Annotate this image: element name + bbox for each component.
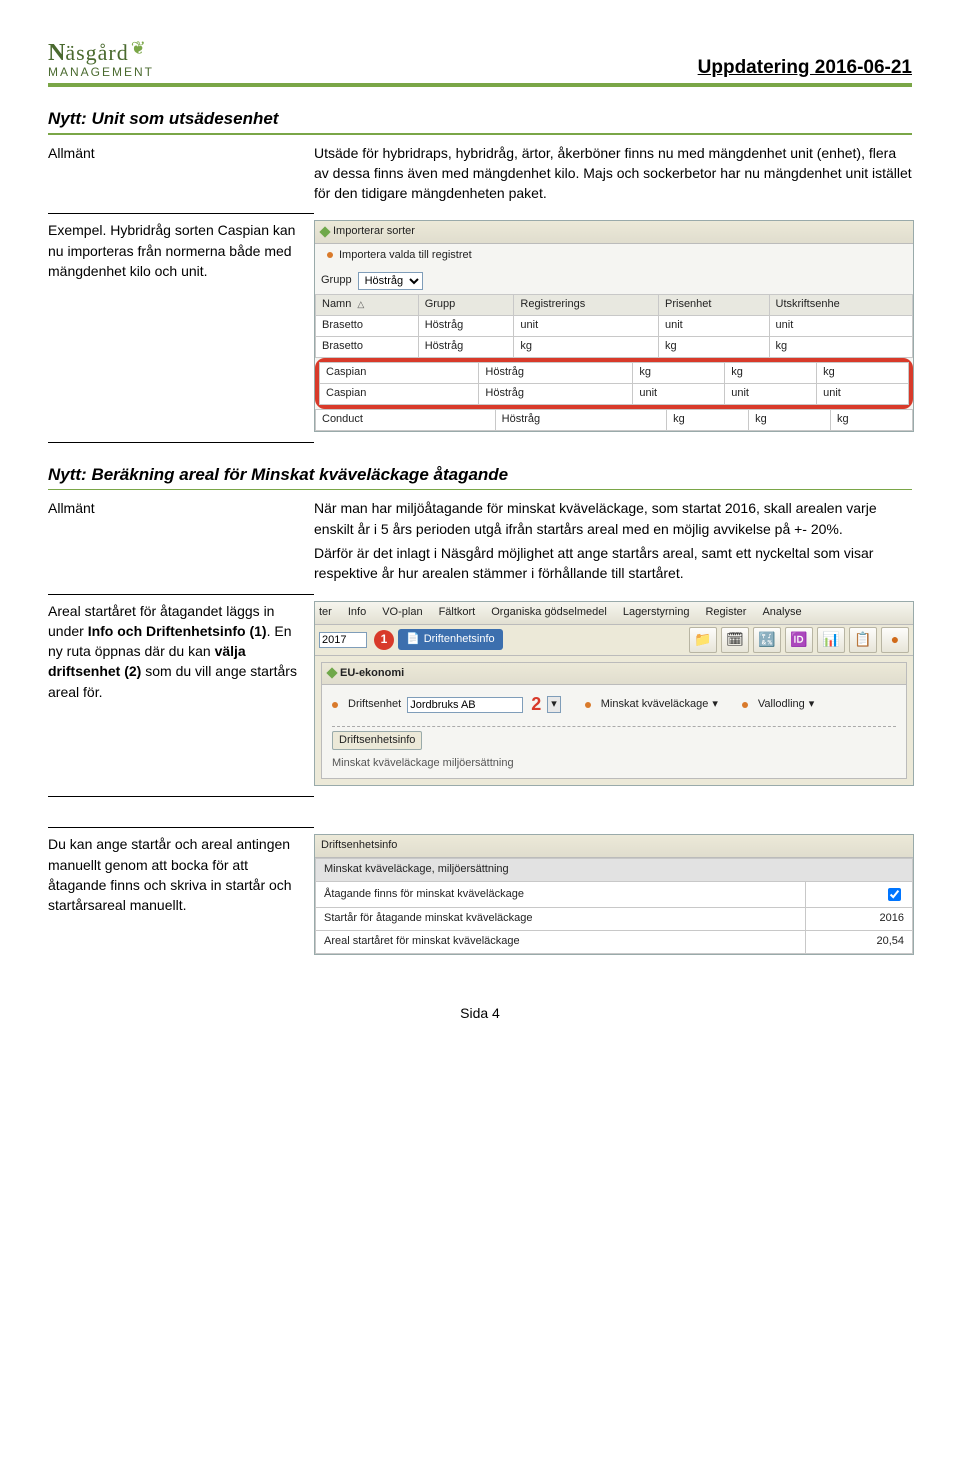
highlight-box: CaspianHöstrågkgkgkg CaspianHöstrågunitu… <box>315 358 913 409</box>
menu-item[interactable]: Fältkort <box>439 605 476 621</box>
s2-row1-left: Allmänt <box>48 498 314 518</box>
s2-p1: När man har miljöåtagande för minskat kv… <box>314 498 912 539</box>
toolbar-button[interactable]: 📊 <box>817 627 845 653</box>
import-link[interactable]: Importera valda till registret <box>339 249 472 261</box>
s2-row3-left: Du kan ange startår och areal antingen m… <box>48 834 314 915</box>
section1-rule <box>48 133 912 135</box>
bullet-icon <box>332 702 338 708</box>
toolbar-button[interactable]: 📋 <box>849 627 877 653</box>
th-namn[interactable]: Namn△ <box>316 295 419 316</box>
screenshot-importerar-sorter: Importerar sorter Importera valda till r… <box>314 220 914 432</box>
th-pris[interactable]: Prisenhet <box>659 295 770 316</box>
driftenhetsinfo-button[interactable]: 📄 Driftenhetsinfo <box>398 629 503 651</box>
tab-driftsenhetsinfo[interactable]: Driftsenhetsinfo <box>332 731 422 751</box>
ss1-table: Namn△ Grupp Registrerings Prisenhet Utsk… <box>315 294 913 358</box>
window-icon <box>319 227 330 238</box>
table-row[interactable]: CaspianHöstrågunitunitunit <box>320 384 909 405</box>
menu-item[interactable]: Info <box>348 605 366 621</box>
section1-heading: Nytt: Unit som utsädesenhet <box>48 109 912 129</box>
section2-heading: Nytt: Beräkning areal för Minskat kvävel… <box>48 465 912 485</box>
ss3-subhead: Minskat kväveläckage, miljöersättning <box>316 859 913 882</box>
sort-icon: △ <box>357 299 364 309</box>
menu-item[interactable]: Organiska gödselmedel <box>491 605 607 621</box>
eu-title: EU-ekonomi <box>340 666 404 682</box>
window-icon <box>326 668 337 679</box>
th-grupp[interactable]: Grupp <box>418 295 514 316</box>
table-row[interactable]: CaspianHöstrågkgkgkg <box>320 363 909 384</box>
logo-n: N <box>48 40 65 67</box>
table-row[interactable]: BrasettoHöstrågunitunitunit <box>316 316 913 337</box>
toolbar-button[interactable]: 🗓 <box>721 627 749 653</box>
page-title: Uppdatering 2016-06-21 <box>698 57 912 79</box>
atagande-checkbox[interactable] <box>888 888 901 901</box>
driftsenhet-input[interactable] <box>407 697 523 713</box>
s2-p2: Därför är det inlagt i Näsgård möjlighet… <box>314 543 912 584</box>
marker-2: 2 <box>531 691 541 717</box>
minskat-label[interactable]: Minskat kväveläckage <box>601 697 709 713</box>
startar-value[interactable]: 2016 <box>806 908 913 931</box>
ss2-footer-line: Minskat kväveläckage miljöersättning <box>332 756 896 772</box>
th-utskrift[interactable]: Utskriftsenhe <box>769 295 912 316</box>
s1-row2-left: Exempel. Hybridråg sorten Caspian kan nu… <box>48 220 314 281</box>
menu-item[interactable]: Lagerstyrning <box>623 605 690 621</box>
screenshot-driftenhetsinfo-menu: ter Info VO-plan Fältkort Organiska göds… <box>314 601 914 787</box>
driftsenhet-label: Driftsenhet <box>348 697 401 713</box>
s1-row1-left: Allmänt <box>48 143 314 163</box>
ss3-r2-label: Startår för åtagande minskat kväveläckag… <box>316 908 806 931</box>
toolbar-button[interactable]: 🔣 <box>753 627 781 653</box>
logo: Näsgård❦ MANAGEMENT <box>48 40 154 79</box>
s1-row1-right: Utsäde för hybridraps, hybridråg, ärtor,… <box>314 143 912 204</box>
ss3-r1-label: Åtagande finns för minskat kväveläckage <box>316 882 806 908</box>
toolbar-button[interactable]: 🆔 <box>785 627 813 653</box>
menu-item[interactable]: VO-plan <box>382 605 422 621</box>
bullet-icon <box>327 252 333 258</box>
dropdown-arrow-icon[interactable]: ▾ <box>547 696 561 714</box>
section2-rule <box>48 489 912 491</box>
group-select[interactable]: Höstråg <box>358 272 423 290</box>
menu-item[interactable]: Analyse <box>762 605 801 621</box>
group-label: Grupp <box>321 273 352 289</box>
s2-row2-left: Areal startåret för åtagandet läggs in u… <box>48 601 314 702</box>
logo-management: MANAGEMENT <box>48 65 154 79</box>
areal-value[interactable]: 20,54 <box>806 931 913 954</box>
ss3-title: Driftsenhetsinfo <box>315 835 913 858</box>
menubar: ter Info VO-plan Fältkort Organiska göds… <box>315 602 913 625</box>
ss3-r3-label: Areal startåret för minskat kväveläckage <box>316 931 806 954</box>
th-reg[interactable]: Registrerings <box>514 295 659 316</box>
toolbar-button[interactable]: ● <box>881 627 909 653</box>
left-divider <box>48 796 314 797</box>
page-footer: Sida 4 <box>48 1005 912 1021</box>
bullet-icon <box>742 702 748 708</box>
left-divider <box>48 594 314 595</box>
menu-item[interactable]: ter <box>319 605 332 621</box>
file-icon: 📄 <box>406 632 420 648</box>
year-input[interactable] <box>319 632 367 648</box>
screenshot-driftsenhetsinfo-panel: Driftsenhetsinfo Minskat kväveläckage, m… <box>314 834 914 955</box>
vallodling-label[interactable]: Vallodling <box>758 697 805 713</box>
s2-row1-right: När man har miljöåtagande för minskat kv… <box>314 498 912 583</box>
bullet-icon <box>585 702 591 708</box>
ss1-title: Importerar sorter <box>333 224 415 240</box>
marker-1: 1 <box>374 630 394 650</box>
left-divider <box>48 213 314 214</box>
header-rule <box>48 83 912 87</box>
table-row[interactable]: BrasettoHöstrågkgkgkg <box>316 337 913 358</box>
left-divider <box>48 827 314 828</box>
left-divider <box>48 442 314 443</box>
table-row[interactable]: ConductHöstrågkgkgkg <box>316 409 913 430</box>
toolbar: 1 📄 Driftenhetsinfo 📁 🗓 🔣 🆔 📊 📋 ● <box>315 625 913 656</box>
leaf-icon: ❦ <box>131 38 146 59</box>
menu-item[interactable]: Register <box>705 605 746 621</box>
logo-rest: äsgård <box>65 40 128 66</box>
toolbar-button[interactable]: 📁 <box>689 627 717 653</box>
